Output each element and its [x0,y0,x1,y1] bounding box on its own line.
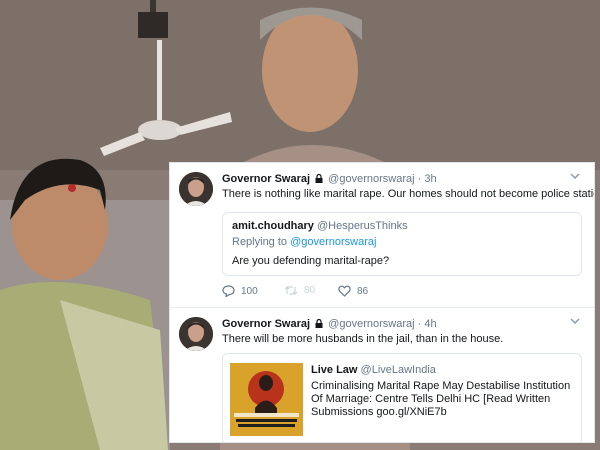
heart-icon [338,285,351,297]
tweet-time[interactable]: · 4h [418,318,437,330]
avatar[interactable] [179,172,213,206]
card-thumbnail [230,363,303,436]
retweet-icon [284,286,298,295]
tweet-time[interactable]: · 3h [418,173,437,185]
quoted-tweet-text: Are you defending marital-rape? [232,255,390,267]
chevron-down-icon[interactable] [570,171,580,182]
tweet-2[interactable]: Governor Swaraj @governorswaraj · 4h The… [170,307,594,442]
card-user-handle: @LiveLawIndia [360,364,436,376]
lock-icon [315,174,323,183]
chevron-down-icon[interactable] [570,316,580,327]
card-header: Live Law @LiveLawIndia [311,364,436,376]
display-name[interactable]: Governor Swaraj [222,318,310,330]
reply-count: 100 [241,285,258,297]
reply-button[interactable]: 100 [222,285,258,297]
user-handle[interactable]: @governorswaraj [328,318,414,330]
user-handle[interactable]: @governorswaraj [328,173,414,185]
quoted-tweet-header: amit.choudhary @HesperusThinks [232,220,408,232]
card-display-name: Live Law [311,364,358,376]
tweet-screenshot-card: Governor Swaraj @governorswaraj · 3h The… [169,162,595,443]
tweet-text: There will be more husbands in the jail,… [222,333,504,345]
avatar[interactable] [179,317,213,351]
replying-to: Replying to @governorswaraj [232,236,376,248]
like-count: 86 [357,285,369,297]
replying-to-link[interactable]: @governorswaraj [290,236,376,248]
quoted-tweet[interactable]: amit.choudhary @HesperusThinks Replying … [222,212,582,276]
quoted-display-name: amit.choudhary [232,220,314,232]
retweet-button[interactable]: 80 [284,285,315,296]
tweet-1[interactable]: Governor Swaraj @governorswaraj · 3h The… [170,163,594,306]
display-name[interactable]: Governor Swaraj [222,173,310,185]
retweet-count: 80 [304,285,316,296]
like-button[interactable]: 86 [338,285,368,297]
tweet-header: Governor Swaraj @governorswaraj · 4h [222,317,437,331]
tweet-header: Governor Swaraj @governorswaraj · 3h [222,172,437,186]
quoted-user-handle: @HesperusThinks [316,220,408,232]
lock-icon [315,319,323,328]
card-text: Criminalising Marital Rape May Destabili… [311,380,571,418]
replying-to-prefix: Replying to [232,236,291,248]
reply-icon [222,285,235,297]
tweet-text: There is nothing like marital rape. Our … [222,188,595,200]
quoted-tweet-card[interactable]: Live Law @LiveLawIndia Criminalising Mar… [222,353,582,442]
